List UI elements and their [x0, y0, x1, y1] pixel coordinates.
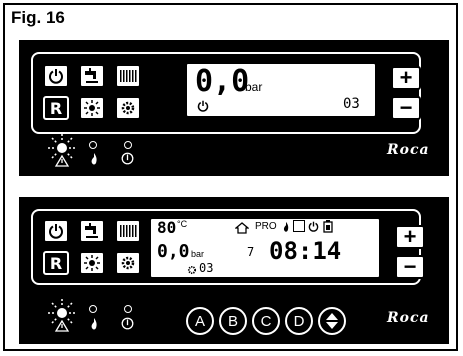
power-icon: [49, 69, 63, 84]
minus-button[interactable]: −: [391, 96, 421, 120]
minus-button[interactable]: −: [395, 255, 425, 279]
button-d[interactable]: D: [285, 307, 313, 335]
hot-water-button[interactable]: [79, 219, 105, 243]
gear-icon: [187, 265, 197, 275]
power-led: [124, 141, 132, 149]
control-panel-top: R 0,0 bar 03 + − Roca: [19, 40, 449, 176]
lcd-display: 80 °C 0,0 bar 03 PRO 7 08:14: [149, 217, 381, 279]
radiator-icon: [120, 70, 137, 82]
sun-icon: [84, 100, 100, 116]
flame-led: [89, 305, 97, 313]
flame-icon: [283, 221, 289, 232]
tap-icon: [85, 223, 98, 238]
power-icon: [49, 224, 63, 239]
temperature-readout: 80: [157, 218, 177, 237]
brand-logo: Roca: [387, 310, 430, 326]
lcd-display: 0,0 bar 03: [185, 62, 377, 118]
figure-title: Fig. 16: [11, 8, 65, 27]
clock-time: 08:14: [269, 237, 342, 265]
navigation-button[interactable]: [318, 307, 346, 335]
plus-button[interactable]: +: [395, 225, 425, 249]
settings-button[interactable]: [115, 251, 141, 275]
power-icon: [308, 221, 319, 232]
reset-button[interactable]: R: [43, 96, 69, 120]
pressure-readout: 0,0: [195, 64, 250, 99]
program-label: PRO: [255, 221, 277, 232]
flame-icon: [91, 318, 97, 330]
comfort-button[interactable]: [79, 251, 105, 275]
settings-button[interactable]: [115, 96, 141, 120]
heating-button[interactable]: [115, 219, 141, 243]
gear-icon: [121, 101, 135, 115]
control-panel-bottom: R 80 °C 0,0 bar 03 PRO 7 08:14 + − A B C…: [19, 197, 449, 344]
button-b[interactable]: B: [219, 307, 247, 335]
power-icon: [121, 152, 134, 165]
power-button[interactable]: [43, 64, 69, 88]
sun-icon: [84, 255, 100, 271]
power-button[interactable]: [43, 219, 69, 243]
power-icon: [197, 100, 209, 112]
radiator-icon: [120, 225, 137, 237]
reset-button[interactable]: R: [43, 251, 69, 275]
pressure-unit: bar: [191, 249, 205, 259]
hot-water-button[interactable]: [79, 64, 105, 88]
temperature-unit: °C: [177, 219, 188, 229]
home-icon: [235, 222, 249, 234]
plus-button[interactable]: +: [391, 66, 421, 90]
pressure-unit: bar: [245, 80, 263, 94]
sun-icon: [48, 299, 76, 332]
button-a[interactable]: A: [186, 307, 214, 335]
sun-icon: [48, 134, 76, 167]
power-led: [124, 305, 132, 313]
button-c[interactable]: C: [252, 307, 280, 335]
figure-frame: Fig. 16 R 0,0 bar 03 + − Roca R 80 °C 0,…: [3, 3, 458, 351]
gear-icon: [121, 256, 135, 270]
flame-led: [89, 141, 97, 149]
heating-button[interactable]: [115, 64, 141, 88]
brand-logo: Roca: [387, 142, 430, 158]
flame-icon: [91, 153, 97, 165]
power-icon: [121, 317, 134, 330]
status-code: 03: [343, 96, 360, 112]
up-down-arrows-icon: [326, 313, 338, 329]
pressure-readout: 0,0: [157, 241, 190, 262]
step-indicator: 7: [247, 245, 255, 259]
battery-icon: [323, 220, 333, 233]
status-code: 03: [199, 261, 214, 275]
mode-box-icon: [293, 220, 305, 232]
comfort-button[interactable]: [79, 96, 105, 120]
tap-icon: [85, 68, 98, 83]
